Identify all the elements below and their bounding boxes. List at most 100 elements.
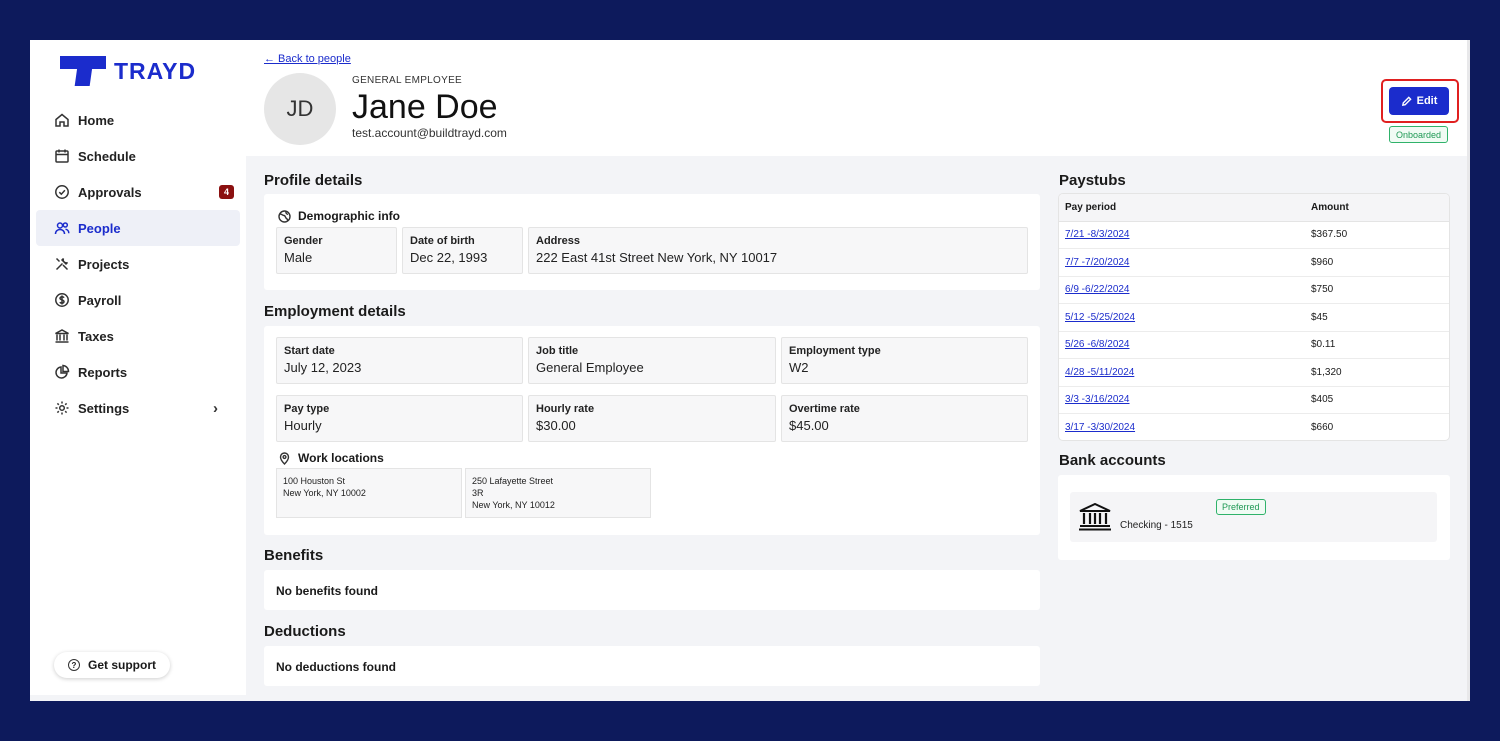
logo-mark-icon <box>60 56 106 86</box>
pay-period-link[interactable]: 5/12 -5/25/2024 <box>1059 303 1311 332</box>
logo-text: TRAYD <box>114 57 197 84</box>
status-badge: Onboarded <box>1389 126 1449 143</box>
deductions-card: No deductions found <box>264 646 1040 686</box>
location-line: 3R <box>472 488 484 498</box>
address-field: Address 222 East 41st Street New York, N… <box>528 227 1028 274</box>
approvals-count-badge: 4 <box>219 185 234 199</box>
sidebar-item-label: Settings <box>78 400 130 416</box>
map-pin-icon <box>279 451 290 465</box>
sidebar-item-home[interactable]: Home <box>36 102 240 138</box>
amount-cell: $960 <box>1311 248 1449 277</box>
table-row: 6/9 -6/22/2024 $750 <box>1059 276 1449 304</box>
pencil-icon <box>1401 95 1412 106</box>
pay-period-link[interactable]: 7/21 -8/3/2024 <box>1059 221 1311 249</box>
back-to-people-link[interactable]: ← Back to people <box>264 53 351 65</box>
gender-field: Gender Male <box>276 227 397 274</box>
start-date-value: July 12, 2023 <box>284 360 362 375</box>
dob-field: Date of birth Dec 22, 1993 <box>402 227 523 274</box>
bank-account-label: Checking - 1515 <box>1120 520 1193 531</box>
employment-details-card: Start date July 12, 2023 Job title Gener… <box>264 326 1040 535</box>
employee-name: Jane Doe <box>352 88 498 126</box>
sidebar-item-label: Home <box>78 112 115 128</box>
chevron-right-icon: › <box>213 400 218 417</box>
paystubs-title: Paystubs <box>1059 172 1126 189</box>
deductions-title: Deductions <box>264 623 346 640</box>
gender-label: Gender <box>284 235 323 247</box>
bank-account-item[interactable]: Checking - 1515 Preferred <box>1070 492 1437 542</box>
paystubs-table: Pay period Amount 7/21 -8/3/2024 $367.50 … <box>1058 193 1450 441</box>
pay-type-value: Hourly <box>284 418 322 433</box>
pay-period-link[interactable]: 3/3 -3/16/2024 <box>1059 386 1311 414</box>
sidebar-item-schedule[interactable]: Schedule <box>36 138 240 174</box>
amount-cell: $0.11 <box>1311 331 1449 359</box>
gear-icon <box>55 401 69 415</box>
edit-button-highlight: Edit <box>1381 79 1459 123</box>
amount-cell: $367.50 <box>1311 221 1449 249</box>
table-row: 3/17 -3/30/2024 $660 <box>1059 413 1449 440</box>
people-icon <box>54 222 70 235</box>
demographic-info-title: Demographic info <box>278 209 400 223</box>
demographic-info-label: Demographic info <box>298 209 401 223</box>
home-icon <box>55 113 69 127</box>
edit-button-label: Edit <box>1416 95 1438 107</box>
hourly-rate-value: $30.00 <box>536 418 576 433</box>
sidebar-item-label: People <box>78 220 121 236</box>
hourly-rate-label: Hourly rate <box>536 403 595 415</box>
pay-period-link[interactable]: 7/7 -7/20/2024 <box>1059 248 1311 277</box>
bank-accounts-title: Bank accounts <box>1059 452 1166 469</box>
overtime-rate-value: $45.00 <box>789 418 829 433</box>
table-row: 3/3 -3/16/2024 $405 <box>1059 386 1449 414</box>
benefits-empty-message: No benefits found <box>276 584 378 598</box>
pay-type-label: Pay type <box>284 403 330 415</box>
employee-email: test.account@buildtrayd.com <box>352 126 507 140</box>
overtime-rate-field: Overtime rate $45.00 <box>781 395 1028 442</box>
sidebar-item-payroll[interactable]: Payroll <box>36 282 240 318</box>
pay-period-link[interactable]: 6/9 -6/22/2024 <box>1059 276 1311 304</box>
app-window: TRAYD Home Schedule Approvals 4 People P… <box>30 40 1470 701</box>
table-header-row: Pay period Amount <box>1059 194 1449 222</box>
sidebar-item-settings[interactable]: Settings › <box>36 390 240 426</box>
calendar-icon <box>55 149 69 163</box>
sidebar-item-projects[interactable]: Projects <box>36 246 240 282</box>
sidebar-item-taxes[interactable]: Taxes <box>36 318 240 354</box>
trayd-logo[interactable]: TRAYD <box>60 56 196 86</box>
table-row: 7/21 -8/3/2024 $367.50 <box>1059 221 1449 249</box>
work-location-card: 100 Houston St New York, NY 10002 <box>276 468 462 518</box>
address-value: 222 East 41st Street New York, NY 10017 <box>536 250 778 265</box>
work-location-card: 250 Lafayette Street 3R New York, NY 100… <box>465 468 651 518</box>
table-row: 5/26 -6/8/2024 $0.11 <box>1059 331 1449 359</box>
pay-period-link[interactable]: 3/17 -3/30/2024 <box>1059 413 1311 440</box>
sidebar-item-reports[interactable]: Reports <box>36 354 240 390</box>
overtime-rate-label: Overtime rate <box>789 403 860 415</box>
location-line: New York, NY 10002 <box>283 488 366 498</box>
sidebar-item-approvals[interactable]: Approvals 4 <box>36 174 240 210</box>
amount-cell: $660 <box>1311 413 1449 440</box>
sidebar-item-label: Taxes <box>78 328 114 344</box>
work-locations-label: Work locations <box>298 451 384 465</box>
dollar-icon <box>55 293 69 307</box>
sidebar-item-people[interactable]: People <box>36 210 240 246</box>
sidebar-item-label: Projects <box>78 256 130 272</box>
sidebar-item-label: Reports <box>78 364 128 380</box>
pay-period-link[interactable]: 5/26 -6/8/2024 <box>1059 331 1311 359</box>
pie-chart-icon <box>55 364 70 379</box>
sidebar-nav: Home Schedule Approvals 4 People Project… <box>36 102 240 426</box>
location-line: 250 Lafayette Street <box>472 476 554 486</box>
edit-button[interactable]: Edit <box>1389 87 1449 115</box>
bank-icon <box>55 329 69 343</box>
tools-icon <box>55 257 69 271</box>
pay-period-link[interactable]: 4/28 -5/11/2024 <box>1059 358 1311 387</box>
job-title-label: Job title <box>536 345 579 357</box>
location-line: New York, NY 10012 <box>472 500 555 510</box>
start-date-label: Start date <box>284 345 335 357</box>
table-row: 7/7 -7/20/2024 $960 <box>1059 248 1449 277</box>
employee-role: GENERAL EMPLOYEE <box>352 75 463 86</box>
avatar: JD <box>264 73 336 145</box>
get-support-button[interactable]: ? Get support <box>54 652 170 678</box>
pay-period-header: Pay period <box>1059 194 1311 222</box>
sidebar-item-label: Payroll <box>78 292 122 308</box>
dob-label: Date of birth <box>410 235 475 247</box>
amount-cell: $405 <box>1311 386 1449 414</box>
scrollbar[interactable] <box>1467 40 1470 701</box>
check-circle-icon <box>55 185 69 199</box>
